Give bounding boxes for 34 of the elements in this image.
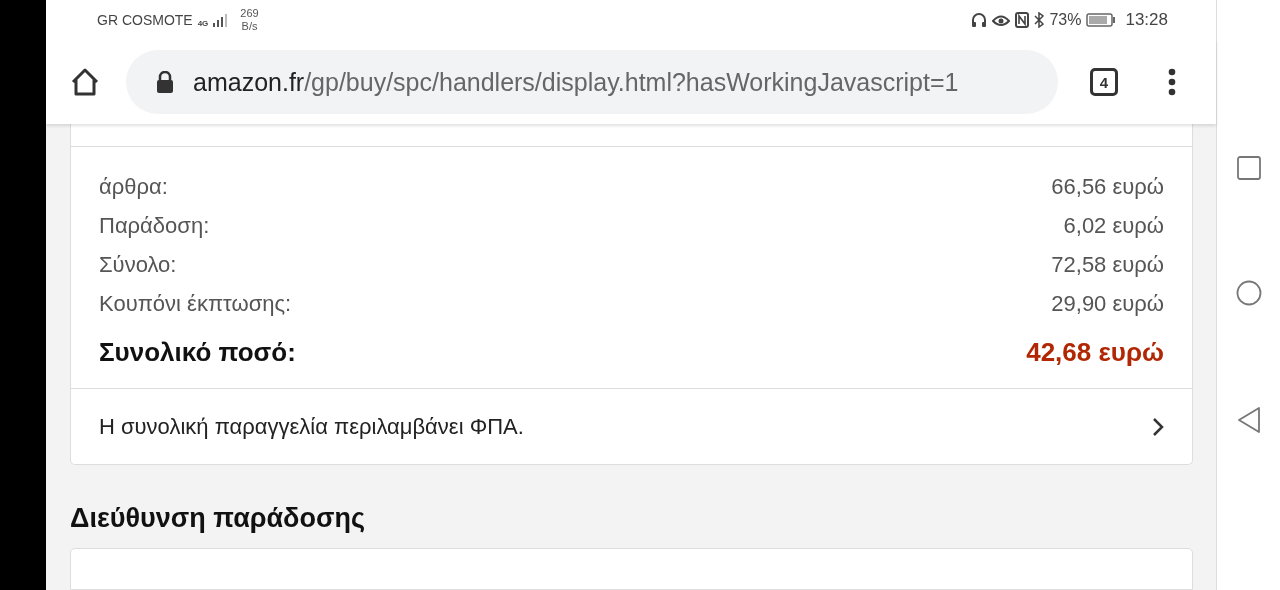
summary-label: Σύνολο: bbox=[99, 251, 177, 278]
signal-icon bbox=[213, 13, 230, 28]
lock-icon bbox=[156, 71, 174, 94]
tab-switcher-button[interactable]: 4 bbox=[1090, 68, 1118, 97]
headphones-icon bbox=[971, 12, 988, 29]
summary-label: άρθρα: bbox=[99, 173, 168, 200]
summary-value: 6,02 ευρώ bbox=[1063, 212, 1164, 239]
home-icon[interactable] bbox=[70, 68, 100, 97]
menu-icon[interactable] bbox=[1168, 68, 1176, 97]
network-type: 4G bbox=[197, 19, 209, 29]
address-bar[interactable]: amazon.fr/gp/buy/spc/handlers/display.html?hasWorkingJavascript=1 bbox=[126, 50, 1058, 115]
summary-value: 72,58 ευρώ bbox=[1051, 251, 1164, 278]
summary-label: Κουπόνι έκπτωσης: bbox=[99, 290, 292, 317]
speed-unit: B/s bbox=[241, 20, 258, 34]
summary-label: Παράδοση: bbox=[99, 212, 210, 239]
home-circle-icon[interactable] bbox=[1235, 280, 1262, 306]
summary-value: 66,56 ευρώ bbox=[1051, 173, 1164, 200]
battery-icon bbox=[1086, 13, 1117, 28]
carrier-name: GR COSMOTE bbox=[97, 12, 193, 29]
nfc-icon bbox=[1015, 12, 1030, 29]
chevron-right-icon bbox=[1152, 416, 1164, 437]
vat-note: Η συνολική παραγγελία περιλαμβάνει ΦΠΑ. bbox=[99, 413, 524, 440]
url-text: amazon.fr/gp/buy/spc/handlers/display.html?hasWorkingJavascript=1 bbox=[193, 67, 959, 97]
clock: 13:28 bbox=[1125, 10, 1168, 31]
vat-row[interactable]: Η συνολική παραγγελία περιλαμβάνει ΦΠΑ. bbox=[71, 389, 1192, 464]
speed-value: 269 bbox=[240, 7, 259, 21]
back-icon[interactable] bbox=[1236, 406, 1261, 434]
total-label: Συνολικό ποσό: bbox=[99, 336, 296, 368]
section-heading: Διεύθυνση παράδοσης bbox=[70, 503, 366, 534]
recents-icon[interactable] bbox=[1236, 156, 1261, 180]
summary-value: 29,90 ευρώ bbox=[1051, 290, 1164, 317]
bluetooth-icon bbox=[1034, 12, 1045, 29]
battery-percent: 73% bbox=[1049, 11, 1082, 30]
total-value: 42,68 ευρώ bbox=[1026, 336, 1164, 368]
